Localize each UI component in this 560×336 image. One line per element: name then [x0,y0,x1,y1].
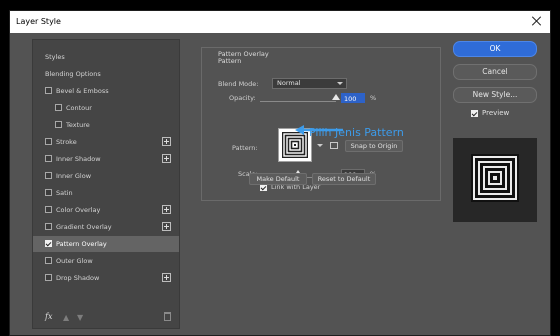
opacity-slider-track[interactable] [260,101,336,102]
sidebar-item-label: Gradient Overlay [56,223,112,231]
annotation-text: Pilih Jenis Pattern [309,126,404,139]
sidebar-checkbox[interactable] [45,274,52,281]
sidebar-item-label: Pattern Overlay [56,240,107,248]
blend-mode-value: Normal [277,79,301,87]
pattern-overlay-panel: Pattern Overlay Pattern Blend Mode: Norm… [191,39,441,329]
sidebar-item-gradient-overlay[interactable]: Gradient Overlay [33,219,179,235]
chevron-down-icon [337,82,343,85]
snap-to-origin-button[interactable]: Snap to Origin [345,140,403,152]
title-bar: Layer Style [10,11,550,33]
dialog-title: Layer Style [16,17,61,26]
sidebar-item-stroke[interactable]: Stroke [33,134,179,150]
sidebar-item-label: Inner Shadow [56,155,101,163]
sidebar-footer: fx ▲ ▼ [33,308,179,328]
sidebar-item-blending-options[interactable]: Blending Options [33,66,179,82]
sidebar-item-label: Styles [45,53,65,61]
right-column: OK Cancel New Style... Preview [451,39,537,239]
pattern-label: Pattern: [232,144,258,152]
sidebar-item-bevel-emboss[interactable]: Bevel & Emboss [33,83,179,99]
preview-pattern-image [471,154,519,202]
sidebar-checkbox[interactable] [45,189,52,196]
sidebar-item-drop-shadow[interactable]: Drop Shadow [33,270,179,286]
sidebar-checkbox[interactable] [55,104,62,111]
blend-mode-select[interactable]: Normal [272,78,347,89]
preview-label: Preview [482,109,510,117]
opacity-percent: % [370,94,377,102]
sidebar-item-label: Blending Options [45,70,101,78]
add-effect-icon[interactable] [162,273,171,282]
opacity-input[interactable]: 100 [341,93,365,103]
style-preview [453,138,537,222]
layer-style-dialog: Layer Style Styles Blending Options Bevel … [9,10,551,336]
blend-mode-label: Blend Mode: [218,80,259,88]
trash-icon[interactable] [164,312,171,321]
sidebar-item-outer-glow[interactable]: Outer Glow [33,253,179,269]
add-effect-icon[interactable] [162,205,171,214]
reset-to-default-button[interactable]: Reset to Default [312,173,376,185]
add-effect-icon[interactable] [162,222,171,231]
group-subtitle: Pattern [218,57,242,65]
opacity-slider-thumb[interactable] [332,94,340,100]
ok-button[interactable]: OK [453,41,537,57]
sidebar-item-label: Drop Shadow [56,274,100,282]
move-up-icon[interactable]: ▲ [63,313,71,322]
sidebar-item-color-overlay[interactable]: Color Overlay [33,202,179,218]
sidebar-item-label: Contour [66,104,92,112]
sidebar-checkbox[interactable] [45,206,52,213]
sidebar-checkbox[interactable] [45,172,52,179]
styles-sidebar: Styles Blending Options Bevel & Emboss Cont… [32,39,180,329]
sidebar-item-label: Stroke [56,138,77,146]
pattern-picker-chevron-icon[interactable] [317,144,323,147]
sidebar-item-inner-glow[interactable]: Inner Glow [33,168,179,184]
sidebar-item-satin[interactable]: Satin [33,185,179,201]
sidebar-checkbox[interactable] [45,257,52,264]
sidebar-item-label: Texture [66,121,90,129]
sidebar-checkbox[interactable] [45,138,52,145]
sidebar-checkbox[interactable] [55,121,62,128]
sidebar-item-texture[interactable]: Texture [33,117,179,133]
sidebar-item-label: Bevel & Emboss [56,87,109,95]
fx-icon[interactable]: fx [45,312,52,321]
sidebar-checkbox[interactable] [45,240,52,247]
sidebar-checkbox[interactable] [45,155,52,162]
sidebar-item-styles[interactable]: Styles [33,49,179,65]
cancel-button[interactable]: Cancel [453,64,537,80]
opacity-label: Opacity: [229,94,256,102]
sidebar-item-pattern-overlay[interactable]: Pattern Overlay [33,236,179,252]
sidebar-item-label: Color Overlay [56,206,101,214]
close-icon[interactable] [530,14,544,28]
new-style-button[interactable]: New Style... [453,87,537,103]
new-preset-icon[interactable] [330,142,338,149]
sidebar-item-label: Inner Glow [56,172,92,180]
sidebar-item-label: Outer Glow [56,257,93,265]
move-down-icon[interactable]: ▼ [77,313,85,322]
add-effect-icon[interactable] [162,154,171,163]
sidebar-item-contour[interactable]: Contour [33,100,179,116]
sidebar-checkbox[interactable] [45,87,52,94]
add-effect-icon[interactable] [162,137,171,146]
sidebar-item-label: Satin [56,189,73,197]
sidebar-item-inner-shadow[interactable]: Inner Shadow [33,151,179,167]
make-default-button[interactable]: Make Default [249,173,307,185]
preview-checkbox[interactable] [471,110,478,117]
link-with-layer-checkbox[interactable] [260,184,267,191]
sidebar-checkbox[interactable] [45,223,52,230]
